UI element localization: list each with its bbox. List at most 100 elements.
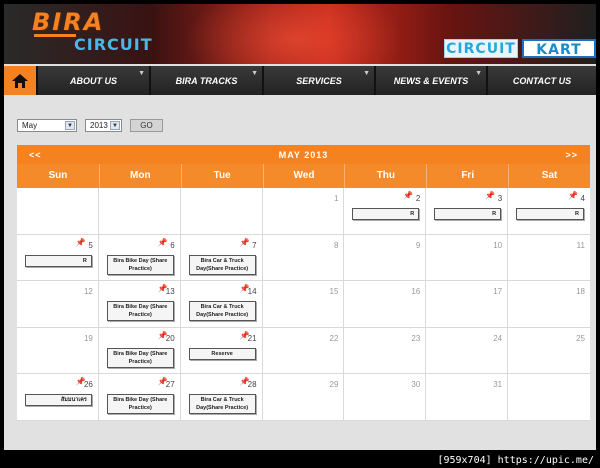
nav-item-news-events[interactable]: NEWS & EVENTS ▼ [376,66,488,95]
watermark-text: [959x704] https://upic.me/ [437,455,594,466]
logo-swoosh [34,34,76,37]
go-button[interactable]: GO [130,119,163,132]
weekday-header: Sun Mon Tue Wed Thu Fri Sat [17,164,590,188]
day-number: 10 [493,240,503,250]
circuit-badge-link[interactable]: CIRCUIT [444,39,518,58]
logo-bira-text[interactable]: BIRA [32,8,104,36]
calendar-day-cell[interactable]: 3 📌 R [426,188,509,235]
calendar-day-cell[interactable]: 31 [426,374,509,421]
day-number: 8 [333,240,339,250]
calendar-day-cell [508,374,590,421]
day-number: 31 [493,380,503,390]
day-number: 25 [576,333,585,343]
month-select[interactable]: May ▼ [17,119,77,132]
calendar-day-cell[interactable]: 6 📌 Bira Bike Day (Share Practice) [98,234,181,282]
day-number: 2 [415,194,421,203]
logo-circuit-text[interactable]: CIRCUIT [74,35,153,54]
calendar-event[interactable]: Bira Bike Day (Share Practice) [106,394,174,415]
calendar-day-cell[interactable]: 20 📌 Bira Bike Day (Share Practice) [98,327,181,375]
weekday-label: Tue [180,164,263,188]
pushpin-icon: 📌 [157,330,168,340]
next-month-button[interactable]: >> [565,150,578,160]
calendar-day-cell[interactable]: 28 📌 Bira Car & Truck Day(Share Practice) [180,374,263,421]
day-number: 9 [415,240,421,250]
pushpin-icon: 📌 [239,284,250,294]
nav-item-bira-tracks[interactable]: BIRA TRACKS ▼ [151,66,264,95]
calendar-day-cell[interactable]: 17 [426,281,509,328]
calendar-day-cell[interactable]: 11 [508,234,590,282]
calendar-event[interactable]: Bira Car & Truck Day(Share Practice) [188,254,256,275]
calendar-day-cell [98,188,181,235]
day-number: 1 [333,194,339,203]
day-number: 7 [252,240,257,250]
nav-item-services[interactable]: SERVICES ▼ [264,66,376,95]
calendar-event[interactable]: Reserve [188,347,256,360]
calendar-event[interactable]: Bira Bike Day (Share Practice) [106,254,174,275]
calendar-day-cell[interactable]: 29 [262,374,345,421]
calendar-day-cell[interactable]: 15 [262,281,345,328]
day-number: 17 [493,287,503,297]
day-number: 22 [329,333,339,343]
calendar-event[interactable]: Bira Bike Day (Share Practice) [106,301,174,322]
weekday-label: Mon [98,164,181,188]
pushpin-icon: 📌 [568,191,578,200]
kart-badge-link[interactable]: KART [522,39,596,58]
calendar-day-cell[interactable]: 21 📌 Reserve [180,327,263,375]
calendar-day-cell[interactable]: 12 [17,281,99,328]
calendar-day-cell[interactable]: 9 [344,234,427,282]
calendar-event[interactable]: R [516,208,584,220]
calendar-day-cell[interactable]: 18 [508,281,590,328]
day-number: 18 [576,287,585,297]
banner-glow [184,4,404,64]
prev-month-button[interactable]: << [29,150,42,160]
home-icon [12,73,28,88]
day-number: 23 [411,333,421,343]
calendar-day-cell[interactable]: 5 📌 R [17,234,99,282]
weekday-label: Thu [344,164,426,188]
nav-item-contact-us[interactable]: CONTACT US [488,66,596,95]
calendar-day-cell[interactable]: 19 [17,327,99,375]
calendar-event[interactable]: สัมมนาเคร [25,394,92,407]
nav-item-label: SERVICES [296,75,342,86]
calendar-event[interactable]: Bira Car & Truck Day(Share Practice) [188,301,256,322]
weekday-label: Wed [262,164,345,188]
calendar-day-cell[interactable]: 27 📌 Bira Bike Day (Share Practice) [98,374,181,421]
calendar-event[interactable]: R [352,208,420,220]
nav-item-label: ABOUT US [70,75,117,86]
dropdown-arrow-icon: ▼ [110,121,120,130]
calendar-day-cell[interactable]: 2 📌 R [344,188,427,235]
calendar-event[interactable]: R [25,254,92,267]
calendar-day-cell[interactable]: 26 📌 สัมมนาเคร [17,374,99,421]
calendar-day-cell[interactable]: 7 📌 Bira Car & Truck Day(Share Practice) [180,234,263,282]
page-frame: BIRA CIRCUIT CIRCUIT KART ABOUT US ▼ BIR… [4,4,596,450]
calendar-event[interactable]: Bira Car & Truck Day(Share Practice) [188,394,256,415]
calendar-day-cell[interactable]: 25 [508,327,590,375]
calendar-day-cell[interactable]: 13 📌 Bira Bike Day (Share Practice) [98,281,181,328]
pushpin-icon: 📌 [485,191,496,200]
weekday-label: Fri [426,164,508,188]
calendar-day-cell[interactable]: 1 [262,188,345,235]
calendar-day-cell[interactable]: 16 [344,281,427,328]
weekday-label: Sat [508,164,590,188]
calendar-day-cell[interactable]: 14 📌 Bira Car & Truck Day(Share Practice) [180,281,263,328]
calendar-event[interactable]: Bira Bike Day (Share Practice) [106,347,174,368]
calendar-day-cell[interactable]: 10 [426,234,509,282]
nav-item-about-us[interactable]: ABOUT US ▼ [38,66,151,95]
chevron-down-icon: ▼ [138,70,145,77]
calendar-day-cell[interactable]: 23 [344,327,427,375]
calendar-day-cell[interactable]: 8 [262,234,345,282]
calendar-event[interactable]: R [434,208,502,220]
calendar-grid: 1 2 📌 R 3 📌 R 4 📌 R 5 📌 R 6 📌 Bira Bike Day (Share Prac… [17,188,590,421]
calendar-day-cell[interactable]: 22 [262,327,345,375]
nav-item-label: BIRA TRACKS [175,75,238,86]
calendar-day-cell[interactable]: 30 [344,374,427,421]
day-number: 24 [493,333,503,343]
pushpin-icon: 📌 [239,237,250,247]
calendar-day-cell[interactable]: 24 [426,327,509,375]
calendar-day-cell[interactable]: 4 📌 R [508,188,590,235]
day-number: 6 [170,240,175,250]
nav-home-button[interactable] [4,66,38,95]
nav-item-label: NEWS & EVENTS [393,75,469,86]
day-number: 29 [329,380,339,390]
year-select[interactable]: 2013 ▼ [85,119,122,132]
